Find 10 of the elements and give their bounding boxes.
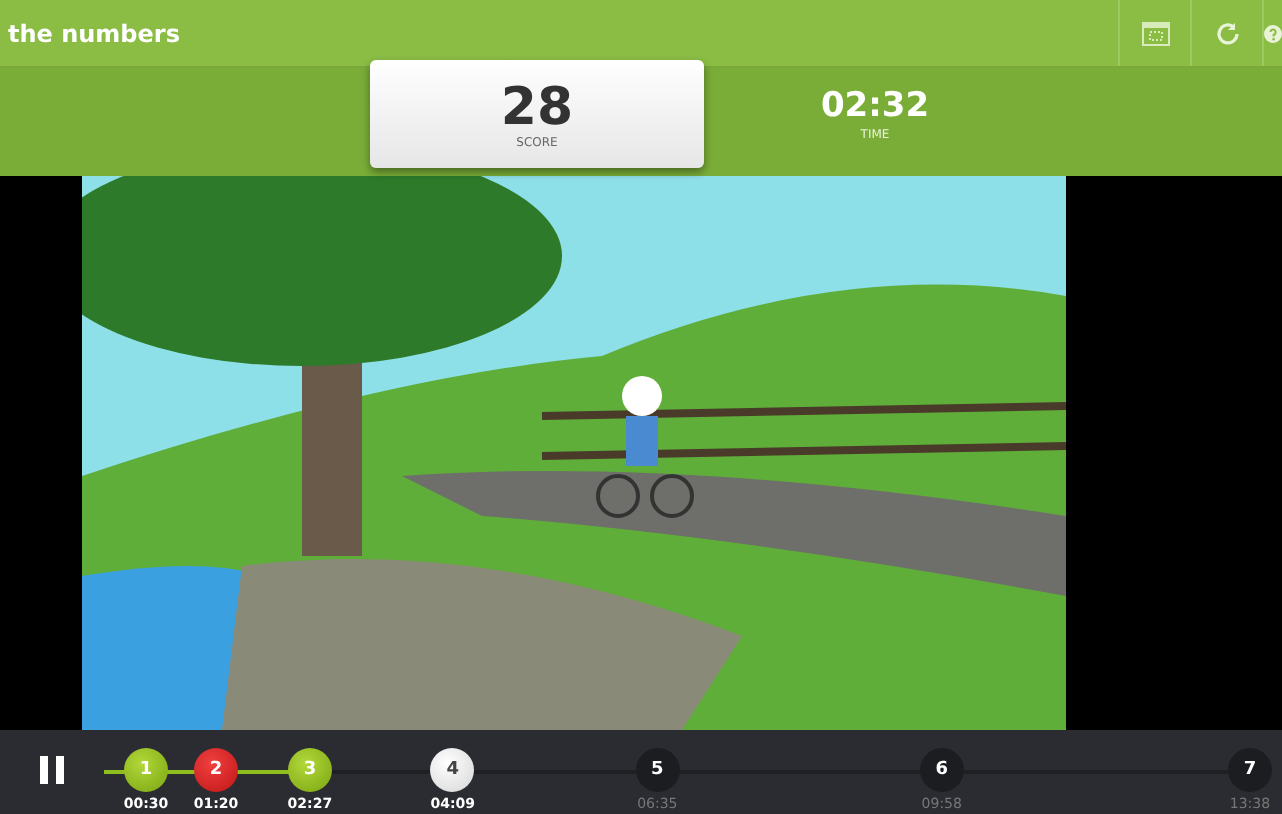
score-value: 28 bbox=[500, 79, 574, 135]
timer-value: 02:32 bbox=[820, 84, 930, 128]
question-marker[interactable]: 7 bbox=[1227, 748, 1272, 792]
help-icon[interactable] bbox=[1262, 0, 1282, 66]
window-title: the numbers bbox=[6, 19, 182, 47]
question-marker[interactable]: 6 bbox=[919, 748, 964, 792]
pause-icon[interactable] bbox=[36, 754, 68, 786]
question-marker[interactable]: 2 bbox=[194, 748, 239, 792]
question-marker[interactable]: 4 bbox=[430, 748, 475, 792]
question-marker[interactable]: 5 bbox=[635, 748, 680, 792]
